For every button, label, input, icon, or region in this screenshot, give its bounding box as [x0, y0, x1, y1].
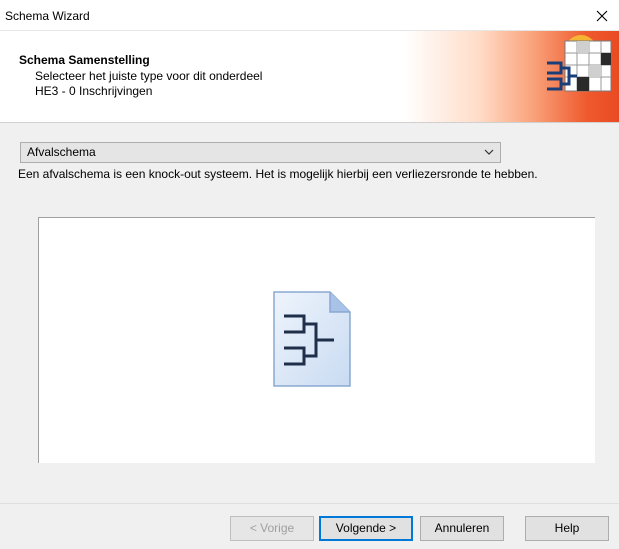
bracket-document-icon	[273, 291, 351, 387]
header-subtitle: Selecteer het juiste type voor dit onder…	[35, 69, 263, 83]
schema-wizard-logo-icon	[547, 35, 612, 92]
next-button[interactable]: Volgende >	[319, 516, 413, 541]
schema-wizard-window: Schema Wizard Schema Samenstelling Selec…	[0, 0, 619, 549]
wizard-header: Schema Samenstelling Selecteer het juist…	[0, 31, 619, 123]
schema-description: Een afvalschema is een knock-out systeem…	[18, 167, 538, 181]
previous-button[interactable]: < Vorige	[230, 516, 314, 541]
help-button[interactable]: Help	[525, 516, 609, 541]
header-title: Schema Samenstelling	[19, 53, 150, 67]
cancel-button[interactable]: Annuleren	[420, 516, 504, 541]
close-button[interactable]	[585, 0, 619, 31]
title-bar[interactable]: Schema Wizard	[0, 0, 619, 31]
window-title: Schema Wizard	[5, 9, 90, 23]
schema-type-value: Afvalschema	[27, 145, 96, 159]
close-icon	[596, 10, 608, 21]
schema-type-select[interactable]: Afvalschema	[20, 142, 501, 163]
schema-preview-panel	[38, 217, 595, 463]
chevron-down-icon	[484, 149, 494, 155]
footer-divider	[0, 503, 619, 504]
header-event-info: HE3 - 0 Inschrijvingen	[35, 84, 153, 98]
